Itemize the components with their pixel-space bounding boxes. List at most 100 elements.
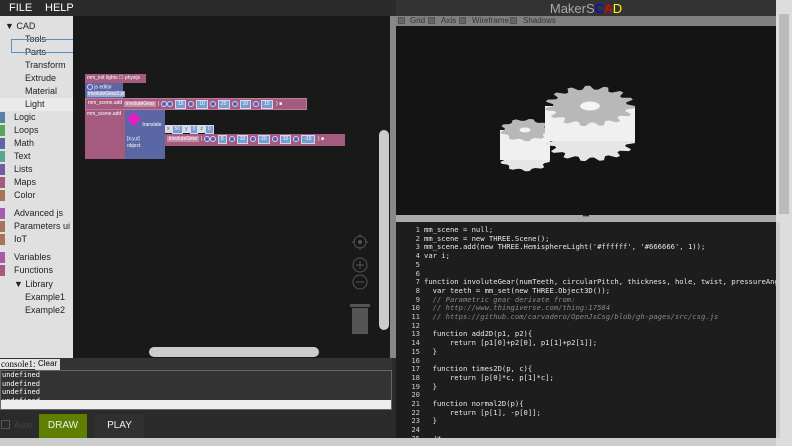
sidebar-item-parameters-ui[interactable]: Parameters ui: [0, 220, 73, 233]
sidebar-item-label: Example2: [25, 305, 66, 315]
line-number: 24: [411, 425, 420, 435]
xyz-vector-block[interactable]: x 50 y 0 z 0: [165, 125, 214, 134]
sidebar-item-label: Example1: [25, 292, 66, 302]
console-line: undefined: [2, 379, 40, 388]
gear1-param[interactable]: 10: [196, 100, 208, 109]
line-number: 5: [415, 259, 420, 269]
scene-add-block-1[interactable]: mm_scene.add involuteGear ( 15 10 20 10 15 ) …: [85, 98, 307, 110]
panel-resize-handle[interactable]: •••: [396, 214, 776, 222]
grid-checkbox[interactable]: [398, 17, 405, 24]
axis-checkbox[interactable]: [428, 17, 435, 24]
sidebar-item-label: Light: [25, 99, 45, 109]
menu-bar: FILE HELP: [0, 0, 396, 16]
scene-add-label: mm_scene.add: [88, 100, 123, 106]
sidebar-item-text[interactable]: Text: [0, 150, 73, 163]
sidebar-item-light[interactable]: Light: [0, 98, 73, 111]
draw-button[interactable]: DRAW: [39, 414, 87, 438]
console-output[interactable]: undefined undefined undefined undefined: [0, 370, 392, 410]
sidebar-item-logic[interactable]: Logic: [0, 111, 73, 124]
sidebar-item-label: Transform: [25, 60, 66, 70]
sidebar-item-math[interactable]: Math: [0, 137, 73, 150]
sidebar-item-functions[interactable]: Functions: [0, 264, 73, 277]
gear2-param[interactable]: 10: [279, 135, 292, 144]
category-color-swatch: [0, 138, 5, 149]
3d-viewport[interactable]: [396, 26, 776, 215]
play-button[interactable]: PLAY: [95, 414, 144, 438]
line-number: 14: [411, 338, 420, 348]
init-block[interactable]: mm_init lights ☐ physijs: [85, 74, 146, 83]
sidebar-item-cad[interactable]: ▼ CAD: [0, 20, 73, 33]
menu-file[interactable]: FILE: [9, 2, 32, 14]
sidebar-item-iot[interactable]: IoT: [0, 233, 73, 246]
code-line: /*: [424, 434, 442, 438]
blockly-workspace[interactable]: mm_init lights ☐ physijs js editor involu…: [73, 16, 390, 358]
z-value[interactable]: 0: [204, 125, 214, 134]
sidebar-item-label: Maps: [14, 177, 37, 187]
workspace-vertical-scrollbar[interactable]: [379, 130, 389, 330]
sidebar-item-library[interactable]: ▼ Library: [0, 278, 73, 291]
zoom-out-icon[interactable]: [352, 274, 368, 290]
line-number: 1: [415, 225, 420, 234]
gear1-param[interactable]: 10: [239, 100, 252, 109]
sidebar-item-material[interactable]: Material: [0, 85, 73, 98]
code-line: // http://www.thingiverse.com/thing:1758…: [424, 303, 611, 313]
sidebar-item-label: Functions: [14, 265, 54, 275]
sidebar-item-transform[interactable]: Transform: [0, 59, 73, 72]
clear-button[interactable]: Clear: [35, 359, 61, 370]
scene-add-block-2[interactable]: mm_scene.add: [85, 110, 125, 159]
init-label: mm_init lights: [87, 75, 118, 81]
gear1-param[interactable]: 15: [174, 100, 187, 109]
js-file-field[interactable]: involuteGear2.js: [87, 91, 126, 98]
sidebar-item-example1[interactable]: Example1: [0, 291, 73, 304]
code-line: function times2D(p, c){: [424, 364, 533, 374]
translate-label: translate: [142, 122, 162, 128]
sidebar-item-loops[interactable]: Loops: [0, 124, 73, 137]
scene-add-label: mm_scene.add: [87, 111, 122, 117]
line-number: 19: [411, 381, 420, 391]
sidebar-item-maps[interactable]: Maps: [0, 176, 73, 189]
sidebar-item-label: Lists: [14, 164, 33, 174]
line-number: 12: [411, 320, 420, 330]
sidebar-item-extrude[interactable]: Extrude: [0, 72, 73, 85]
js-editor-block[interactable]: js editor involuteGear2.js: [85, 83, 126, 99]
sidebar-item-variables[interactable]: Variables: [0, 251, 73, 264]
console-line: undefined: [2, 388, 40, 396]
page-horizontal-scrollbar[interactable]: [0, 438, 396, 446]
sidebar-item-example2[interactable]: Example2: [0, 304, 73, 317]
line-number: 13: [411, 329, 420, 339]
gear2-param[interactable]: -15: [301, 135, 315, 144]
line-number: 18: [411, 372, 420, 382]
zoom-in-icon[interactable]: [352, 257, 368, 273]
object-label: object: [127, 143, 141, 149]
gear2-param[interactable]: 10: [236, 135, 249, 144]
sidebar-item-label: Material: [25, 86, 58, 96]
sidebar-item-lists[interactable]: Lists: [0, 163, 73, 176]
code-editor[interactable]: 1 mm_scene = null; 2 mm_scene = new THREE.S…: [396, 222, 776, 438]
category-color-swatch: [0, 208, 5, 219]
sidebar-item-label: Advanced js: [14, 208, 64, 218]
console-horizontal-scrollbar[interactable]: [1, 400, 391, 409]
sidebar-item-advanced-js[interactable]: Advanced js: [0, 207, 73, 220]
gear1-param[interactable]: 20: [217, 100, 230, 109]
wireframe-checkbox[interactable]: [459, 17, 466, 24]
workspace-horizontal-scrollbar[interactable]: [149, 347, 319, 357]
gear2-block[interactable]: involuteGear ( 8 10 20 10 -15 ) ■: [165, 134, 345, 146]
x-value[interactable]: 50: [171, 125, 184, 134]
wireframe-label: Wireframe: [472, 16, 509, 25]
trash-icon[interactable]: [350, 304, 370, 334]
app-logo: MakerSCAD: [396, 0, 776, 16]
recenter-icon[interactable]: [352, 234, 368, 250]
gear2-param[interactable]: 8: [217, 135, 227, 144]
code-horizontal-scrollbar[interactable]: [396, 438, 776, 446]
code-vertical-scrollbar[interactable]: [776, 222, 780, 438]
gear2-param[interactable]: 20: [258, 135, 270, 144]
y-value[interactable]: 0: [189, 125, 199, 134]
line-number: 21: [411, 399, 420, 408]
sidebar-item-color[interactable]: Color: [0, 189, 73, 202]
auto-label: Auto: [14, 420, 33, 430]
auto-checkbox[interactable]: [1, 420, 10, 429]
menu-help[interactable]: HELP: [45, 2, 74, 14]
gear1-param[interactable]: 15: [261, 100, 273, 109]
translate-block[interactable]: translate [x,y,z] object: [125, 110, 165, 159]
shadows-checkbox[interactable]: [510, 17, 517, 24]
